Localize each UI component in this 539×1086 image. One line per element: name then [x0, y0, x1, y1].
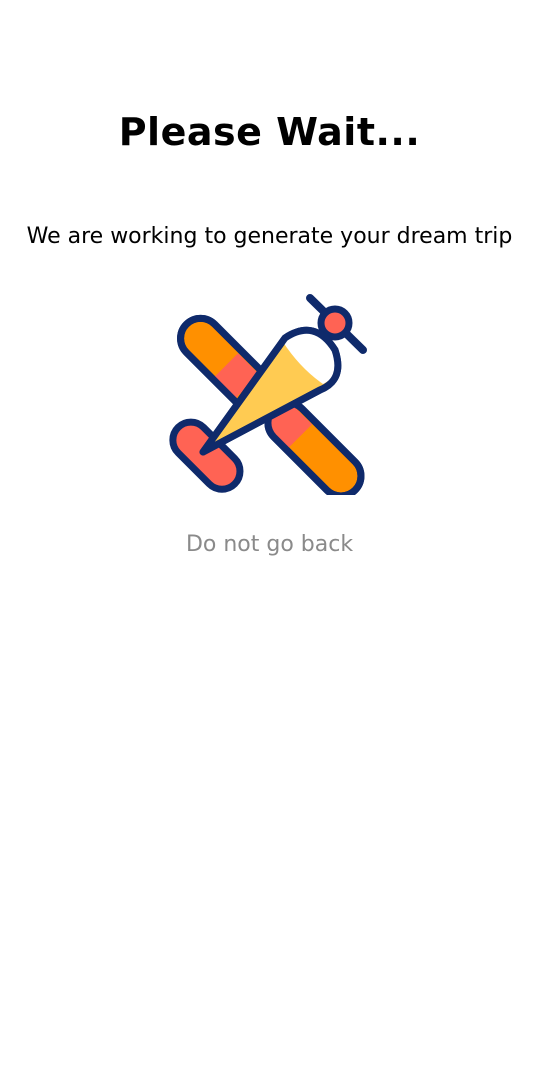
- loading-screen: Please Wait... We are working to generat…: [0, 0, 539, 1086]
- status-message: We are working to generate your dream tr…: [26, 224, 513, 249]
- page-title: Please Wait...: [118, 110, 421, 154]
- do-not-go-back-note: Do not go back: [185, 532, 354, 557]
- airplane-icon: [165, 290, 375, 500]
